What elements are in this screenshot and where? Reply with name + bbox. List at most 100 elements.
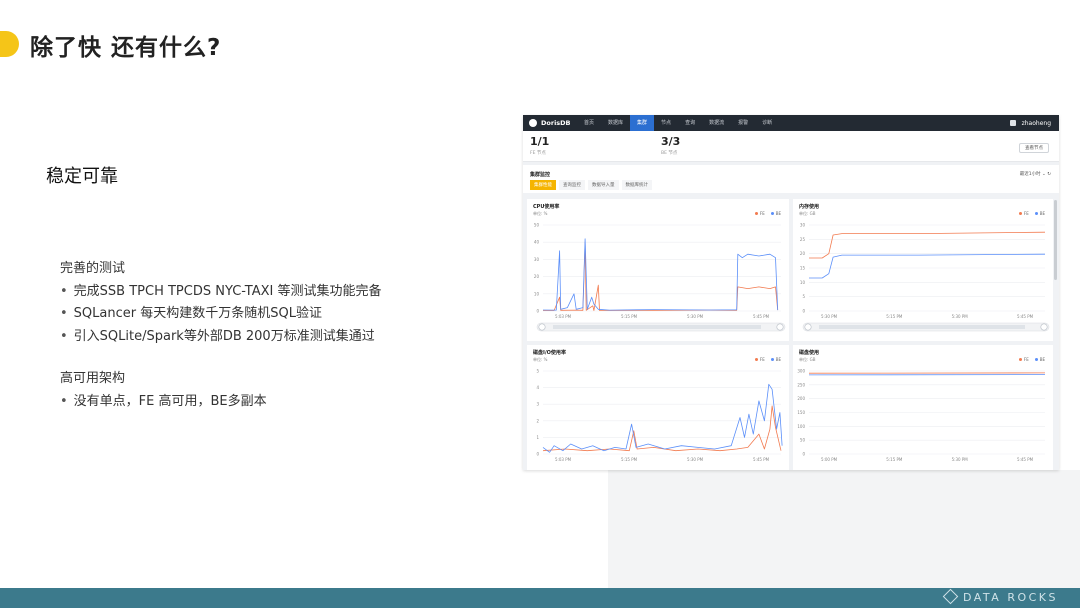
tab-cluster-performance[interactable]: 集群性能 — [530, 180, 556, 190]
x-tick-label: 5:45 PM — [1017, 314, 1034, 319]
y-tick-label: 0 — [802, 452, 805, 457]
slide-title: 除了快 还有什么? — [30, 35, 222, 61]
main-nav: 首页 数据库 集群 节点 查询 数据流 报警 诊断 — [577, 115, 779, 131]
nav-item-cluster[interactable]: 集群 — [630, 115, 655, 131]
user-avatar-icon — [1009, 120, 1016, 126]
y-tick-label: 10 — [800, 280, 806, 285]
nav-item-nodes[interactable]: 节点 — [654, 115, 678, 131]
y-tick-label: 30 — [534, 257, 540, 262]
nav-item-query[interactable]: 查询 — [678, 115, 702, 131]
background-panel — [608, 470, 1080, 588]
y-tick-label: 50 — [534, 223, 540, 228]
view-nodes-button[interactable]: 查看节点 — [1019, 143, 1049, 153]
top-nav-bar: DorisDB 首页 数据库 集群 节点 查询 数据流 报警 诊断 zhaohe… — [523, 115, 1059, 131]
brand-logo: DATA ROCKS — [942, 588, 1058, 605]
group-heading-testing: 完善的测试 — [60, 261, 126, 276]
x-tick-label: 5:30 PM — [952, 314, 969, 319]
x-tick-label: 5:45 PM — [1017, 457, 1034, 462]
monitor-title: 集群监控 — [530, 172, 551, 178]
x-tick-label: 5:30 PM — [952, 457, 969, 462]
bullet-item: 没有单点，FE 高可用，BE多副本 — [60, 391, 381, 414]
y-tick-label: 4 — [536, 385, 539, 390]
y-tick-label: 300 — [797, 369, 805, 374]
app-logo[interactable]: DorisDB — [529, 119, 577, 127]
zoom-slider-handle[interactable] — [776, 323, 784, 331]
chart-card: 磁盘I/O使用率 单位: % FE BE 0 1 2 3 4 5 5:03 PM 5:15 P… — [527, 345, 789, 470]
bullet-list: 完善的测试 完成SSB TPCH TPCDS NYC-TAXI 等测试集功能完备… — [60, 258, 381, 413]
zoom-slider-range — [819, 325, 1025, 329]
tab-database-stats[interactable]: 数据库统计 — [621, 180, 652, 190]
y-tick-label: 15 — [800, 266, 806, 271]
y-tick-label: 200 — [797, 396, 805, 401]
y-tick-label: 2 — [536, 418, 539, 423]
cpu-usage-chart: 0 10 20 30 40 50 5:03 PM 5:15 PM 5:30 PM 5:45 PM — [534, 223, 786, 332]
y-tick-label: 150 — [797, 410, 805, 415]
y-tick-label: 25 — [800, 237, 806, 242]
time-range-value: 最近1小时 — [1019, 172, 1041, 177]
series-line-be — [542, 238, 779, 311]
series-line-be — [542, 383, 783, 453]
fe-node-label: FE 节点 — [530, 151, 546, 156]
disk-usage-chart: 0 50 100 150 200 250 300 5:00 PM 5:15 PM 5:30 PM 5… — [797, 369, 1046, 462]
y-tick-label: 10 — [534, 291, 540, 296]
dorisdb-screenshot: DorisDB 首页 数据库 集群 节点 查询 数据流 报警 诊断 zhaohe… — [523, 115, 1059, 470]
footer-bar: DATA ROCKS — [0, 588, 1080, 608]
be-node-stat: 3/3 BE 节点 — [661, 135, 680, 156]
bullet-item: 引入SQLite/Spark等外部DB 200万标准测试集通过 — [60, 326, 381, 349]
x-tick-label: 5:03 PM — [555, 314, 572, 319]
nav-item-alert[interactable]: 报警 — [731, 115, 755, 131]
y-tick-label: 20 — [800, 251, 806, 256]
x-tick-label: 5:15 PM — [621, 314, 638, 319]
app-logo-text: DorisDB — [541, 119, 571, 127]
refresh-icon[interactable]: ↻ — [1047, 172, 1051, 177]
doris-logo-icon — [529, 119, 537, 127]
y-tick-label: 5 — [802, 294, 805, 299]
x-tick-label: 5:15 PM — [886, 457, 903, 462]
scrollbar[interactable] — [1054, 200, 1057, 280]
user-menu[interactable]: zhaoheng — [1009, 115, 1051, 131]
chart-card: 磁盘使用 单位: GB FE BE 0 50 100 150 200 250 300 5:00… — [793, 345, 1053, 470]
y-tick-label: 0 — [536, 309, 539, 314]
group-heading-ha: 高可用架构 — [60, 371, 126, 386]
y-tick-label: 100 — [797, 424, 805, 429]
time-range-select[interactable]: 最近1小时 ⌄ ↻ — [1020, 171, 1051, 177]
x-tick-label: 5:15 PM — [621, 457, 638, 462]
node-stats: 1/1 FE 节点 3/3 BE 节点 查看节点 — [523, 131, 1059, 162]
tab-import-volume[interactable]: 数据导入量 — [588, 180, 619, 190]
fe-node-count: 1/1 — [530, 135, 550, 148]
tab-query-monitor[interactable]: 查询监控 — [559, 180, 585, 190]
bullet-item: 完成SSB TPCH TPCDS NYC-TAXI 等测试集功能完备 — [60, 281, 382, 304]
cluster-monitor-header: 集群监控 最近1小时 ⌄ ↻ 集群性能 查询监控 数据导入量 数据库统计 — [523, 165, 1059, 193]
chart-card: CPU使用率 单位: % FE BE 0 10 20 30 40 50 5:03 PM 5:1… — [527, 199, 789, 341]
nav-item-diagnose[interactable]: 诊断 — [755, 115, 779, 131]
chart-card: 内存使用 单位: GB FE BE 0 5 10 15 20 25 30 5:30 PM 5:1… — [793, 199, 1053, 341]
y-tick-label: 50 — [800, 438, 806, 443]
user-name: zhaoheng — [1021, 119, 1051, 127]
y-tick-label: 0 — [802, 309, 805, 314]
bullet-item: SQLancer 每天构建数千万条随机SQL验证 — [60, 303, 381, 326]
nav-item-database[interactable]: 数据库 — [601, 115, 630, 131]
x-tick-label: 5:03 PM — [555, 457, 572, 462]
x-tick-label: 5:45 PM — [753, 314, 770, 319]
zoom-slider-handle[interactable] — [1040, 323, 1048, 331]
x-tick-label: 5:30 PM — [687, 314, 704, 319]
x-tick-label: 5:30 PM — [687, 457, 704, 462]
zoom-slider-range — [553, 325, 761, 329]
zoom-slider-handle[interactable] — [804, 323, 812, 331]
x-tick-label: 5:30 PM — [821, 314, 838, 319]
y-tick-label: 3 — [536, 402, 539, 407]
fe-node-stat: 1/1 FE 节点 — [530, 135, 549, 156]
nav-item-home[interactable]: 首页 — [577, 115, 601, 131]
memory-usage-chart: 0 5 10 15 20 25 30 5:30 PM 5:15 PM 5:30 PM 5:45 PM — [800, 223, 1050, 332]
y-tick-label: 20 — [534, 274, 540, 279]
nav-item-dataflow[interactable]: 数据流 — [702, 115, 731, 131]
y-tick-label: 5 — [536, 369, 539, 374]
brand-text: DATA ROCKS — [962, 591, 1058, 604]
disk-io-chart: 0 1 2 3 4 5 5:03 PM 5:15 PM 5:30 PM 5:45 PM — [536, 369, 783, 462]
zoom-slider-handle[interactable] — [538, 323, 546, 331]
y-tick-label: 40 — [534, 240, 540, 245]
series-line-fe — [542, 405, 782, 452]
title-accent-tab — [0, 31, 19, 57]
y-tick-label: 30 — [800, 223, 806, 228]
x-tick-label: 5:00 PM — [821, 457, 838, 462]
